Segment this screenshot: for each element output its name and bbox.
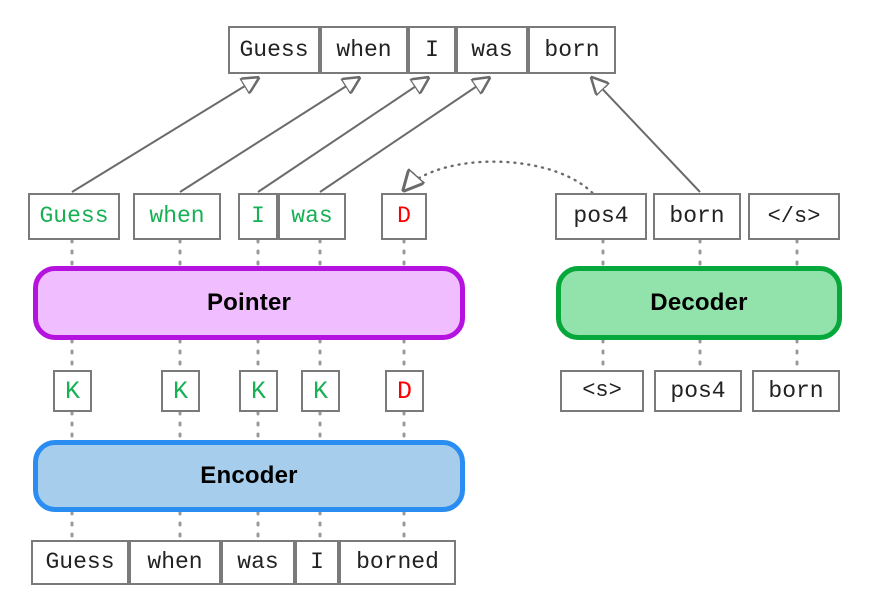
decoder-output-token[interactable]: born [653, 193, 741, 240]
pointer-output-token[interactable]: I [238, 193, 278, 240]
edge-guess-to-output [71, 78, 258, 193]
encoder-tag-token[interactable]: K [161, 370, 200, 412]
pointer-output-token[interactable]: when [133, 193, 221, 240]
encoder-tag-token[interactable]: D [385, 370, 424, 412]
source-input-token[interactable]: I [295, 540, 339, 585]
final-output-token[interactable]: was [456, 26, 528, 74]
edge-born-to-output [592, 78, 701, 193]
encoder-block[interactable]: Encoder [33, 440, 465, 512]
edge-i-to-output [257, 78, 428, 193]
encoder-tag-token[interactable]: K [301, 370, 340, 412]
source-input-token[interactable]: was [221, 540, 295, 585]
pointer-block[interactable]: Pointer [33, 266, 465, 340]
encoder-tag-token[interactable]: K [53, 370, 92, 412]
edge-was-to-output [319, 78, 489, 193]
pointer-output-token[interactable]: D [381, 193, 427, 240]
decoder-output-token[interactable]: </s> [748, 193, 840, 240]
source-input-token[interactable]: when [129, 540, 221, 585]
encoder-tag-token[interactable]: K [239, 370, 278, 412]
source-input-token[interactable]: borned [339, 540, 456, 585]
decoder-block[interactable]: Decoder [556, 266, 842, 340]
decoder-input-token[interactable]: <s> [560, 370, 644, 412]
pointer-output-token[interactable]: Guess [28, 193, 120, 240]
final-output-token[interactable]: when [320, 26, 408, 74]
source-input-token[interactable]: Guess [31, 540, 129, 585]
edge-when-to-output [179, 78, 359, 193]
decoder-input-token[interactable]: pos4 [654, 370, 742, 412]
final-output-token[interactable]: I [408, 26, 456, 74]
final-output-token[interactable]: Guess [228, 26, 320, 74]
diagram-canvas: Guess when I was born Guess when I was D… [0, 0, 877, 611]
pointer-output-token[interactable]: was [278, 193, 346, 240]
final-output-token[interactable]: born [528, 26, 616, 74]
decoder-output-token[interactable]: pos4 [555, 193, 647, 240]
decoder-input-token[interactable]: born [752, 370, 840, 412]
